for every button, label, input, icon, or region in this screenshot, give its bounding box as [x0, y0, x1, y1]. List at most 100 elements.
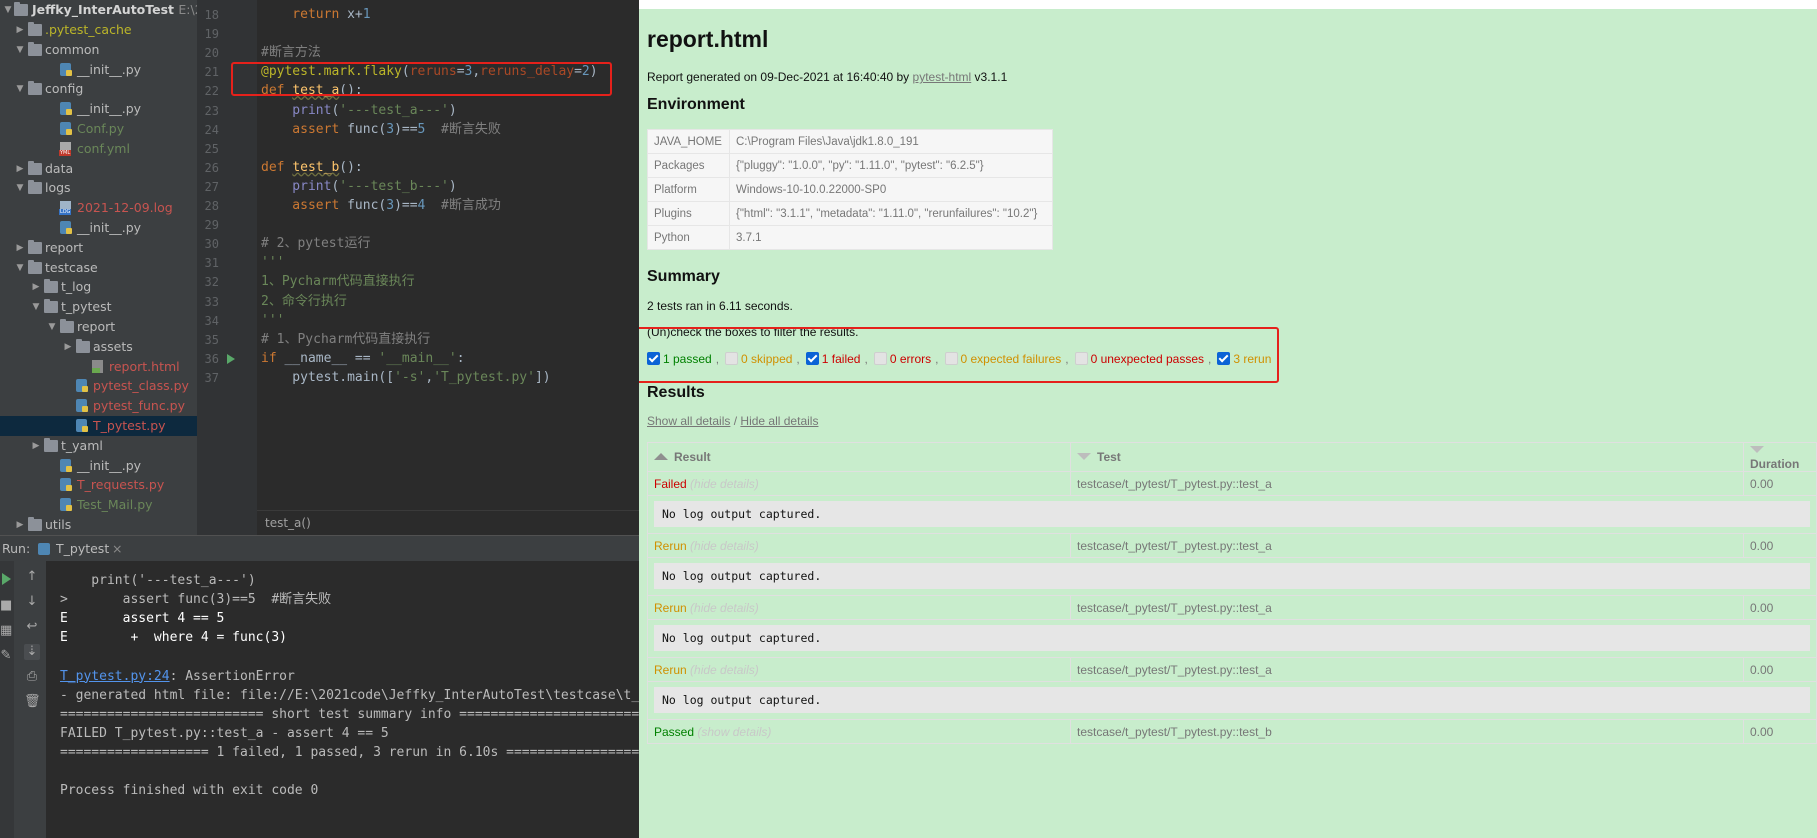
filter-checkbox[interactable]	[1217, 352, 1231, 365]
table-row[interactable]: Rerun (hide details) testcase/t_pytest/T_…	[647, 595, 1817, 620]
code-line[interactable]: pytest.main(['-s','T_pytest.py'])	[261, 367, 550, 389]
toggle-details-link[interactable]: (hide details)	[690, 539, 759, 553]
tree-item[interactable]: 2021-12-09.log	[0, 198, 197, 218]
tree-item-label: T_pytest.py	[93, 418, 166, 433]
chevron-down-icon[interactable]: ▼	[2, 0, 14, 20]
run-console-output[interactable]: print('---test_a---') > assert func(3)==5…	[46, 561, 639, 838]
tree-item[interactable]: Conf.py	[0, 119, 197, 139]
chevron-right-icon[interactable]: ▶	[14, 515, 26, 535]
tree-item[interactable]: T_pytest.py	[0, 416, 197, 436]
filter-rerun[interactable]: 3 rerun	[1217, 352, 1271, 366]
chevron-down-icon[interactable]: ▼	[30, 297, 42, 317]
code-line[interactable]: assert func(3)==5 #断言失败	[261, 119, 501, 141]
tree-root[interactable]: ▼ Jeffky_InterAutoTest E:\20	[0, 0, 197, 20]
hide-all-details-link[interactable]: Hide all details	[740, 414, 818, 428]
code-token: test_b	[292, 159, 340, 175]
tree-item[interactable]: T_requests.py	[0, 475, 197, 495]
layout-icon[interactable]: ▦	[0, 623, 12, 639]
tree-item[interactable]: ▶ utils	[0, 515, 197, 535]
filter-checkbox[interactable]	[805, 352, 819, 365]
chevron-down-icon[interactable]: ▼	[14, 178, 26, 198]
chevron-down-icon[interactable]: ▼	[14, 79, 26, 99]
tree-item[interactable]: ▶ report	[0, 238, 197, 258]
tree-item[interactable]: __init__.py	[0, 60, 197, 80]
toggle-details-link[interactable]: (show details)	[697, 725, 771, 739]
chevron-right-icon[interactable]: ▶	[14, 238, 26, 258]
filter-checkbox[interactable]	[725, 352, 739, 365]
tree-item[interactable]: ▶ t_yaml	[0, 436, 197, 456]
code-token: if	[261, 350, 285, 366]
toggle-details-link[interactable]: (hide details)	[690, 601, 759, 615]
run-tab[interactable]: T_pytest	[56, 536, 109, 562]
chevron-down-icon[interactable]: ▼	[46, 317, 58, 337]
filter-xfailed[interactable]: 0 expected failures	[944, 352, 1061, 366]
tree-item[interactable]: ▶ t_log	[0, 277, 197, 297]
tree-item[interactable]: ▶ assets	[0, 337, 197, 357]
filter-checkbox[interactable]	[873, 352, 887, 365]
chevron-right-icon[interactable]: ▶	[14, 159, 26, 179]
show-all-details-link[interactable]: Show all details	[647, 414, 730, 428]
code-line[interactable]: return x+1	[261, 4, 370, 26]
breadcrumb-function[interactable]: test_a()	[265, 516, 311, 530]
tree-item[interactable]: report.html	[0, 357, 197, 377]
tree-item[interactable]: Test_Mail.py	[0, 495, 197, 515]
tree-item[interactable]: ▼ logs	[0, 178, 197, 198]
rerun-icon[interactable]	[2, 573, 11, 585]
column-header-result[interactable]: Result	[647, 442, 1071, 472]
column-header-duration[interactable]: Duration	[1743, 442, 1817, 472]
column-header-test[interactable]: Test	[1070, 442, 1744, 472]
filter-checkbox[interactable]	[1074, 352, 1088, 365]
tree-item[interactable]: pytest_class.py	[0, 376, 197, 396]
table-row[interactable]: Rerun (hide details) testcase/t_pytest/T_…	[647, 657, 1817, 682]
filter-skipped[interactable]: 0 skipped	[725, 352, 792, 366]
chevron-right-icon[interactable]: ▶	[62, 337, 74, 357]
tree-item[interactable]: ▶ .pytest_cache	[0, 20, 197, 40]
code-editor[interactable]: return x+1 #断言方法 @pytest.mark.flaky(reruns…	[257, 0, 639, 510]
filter-xpassed[interactable]: 0 unexpected passes	[1074, 352, 1204, 366]
run-play-icon[interactable]	[227, 353, 235, 364]
table-row[interactable]: Failed (hide details) testcase/t_pytest/T…	[647, 471, 1817, 496]
table-row[interactable]: Passed (show details) testcase/t_pytest/T…	[647, 719, 1817, 744]
tree-item-label: testcase	[45, 259, 98, 275]
print-icon[interactable]: ⎙	[24, 669, 40, 685]
folder-icon	[28, 22, 42, 36]
filter-passed[interactable]: 1 passed	[647, 352, 712, 366]
filter-checkbox[interactable]	[944, 352, 958, 365]
tree-item[interactable]: conf.yml	[0, 139, 197, 159]
arrow-up-icon[interactable]: ↑	[24, 569, 40, 585]
arrow-down-icon[interactable]: ↓	[24, 594, 40, 610]
tree-item[interactable]: pytest_func.py	[0, 396, 197, 416]
toggle-details-link[interactable]: (hide details)	[690, 663, 759, 677]
pytest-html-link[interactable]: pytest-html	[913, 70, 972, 84]
tree-item[interactable]: ▶ data	[0, 159, 197, 179]
code-line[interactable]: assert func(3)==4 #断言成功	[261, 195, 501, 217]
tree-item[interactable]: ▼ report	[0, 317, 197, 337]
tree-item[interactable]: __init__.py	[0, 218, 197, 238]
filter-checkbox[interactable]	[647, 352, 660, 365]
soft-wrap-icon[interactable]: ↩	[24, 619, 40, 635]
chevron-down-icon[interactable]: ▼	[14, 258, 26, 278]
tree-item[interactable]: ▼ common	[0, 40, 197, 60]
folder-icon	[28, 160, 42, 175]
filter-error[interactable]: 0 errors	[873, 352, 931, 366]
trash-icon[interactable]: 🗑	[24, 694, 41, 710]
table-row[interactable]: Rerun (hide details) testcase/t_pytest/T_…	[647, 533, 1817, 558]
stop-icon[interactable]: ■	[0, 598, 12, 614]
chevron-down-icon[interactable]: ▼	[14, 40, 26, 60]
tree-item[interactable]: ▼ config	[0, 79, 197, 99]
filter-failed[interactable]: 1 failed	[805, 352, 860, 366]
tree-item[interactable]: ▼ testcase	[0, 258, 197, 278]
chevron-right-icon[interactable]: ▶	[30, 277, 42, 297]
tree-item[interactable]: __init__.py	[0, 456, 197, 476]
toggle-details-link[interactable]: (hide details)	[690, 477, 759, 491]
duration-cell: 0.00	[1743, 533, 1817, 558]
source-link[interactable]: T_pytest.py:24	[60, 669, 170, 684]
scroll-to-end-icon[interactable]: ⇣	[24, 644, 40, 660]
tree-item[interactable]: ▼ t_pytest	[0, 297, 197, 317]
pin-icon[interactable]: ✎	[0, 648, 12, 664]
chevron-right-icon[interactable]: ▶	[30, 436, 42, 456]
close-tab-icon[interactable]: ×	[112, 536, 122, 562]
chevron-right-icon[interactable]: ▶	[14, 20, 26, 40]
editor-breadcrumb[interactable]: test_a()	[257, 510, 639, 536]
tree-item[interactable]: __init__.py	[0, 99, 197, 119]
